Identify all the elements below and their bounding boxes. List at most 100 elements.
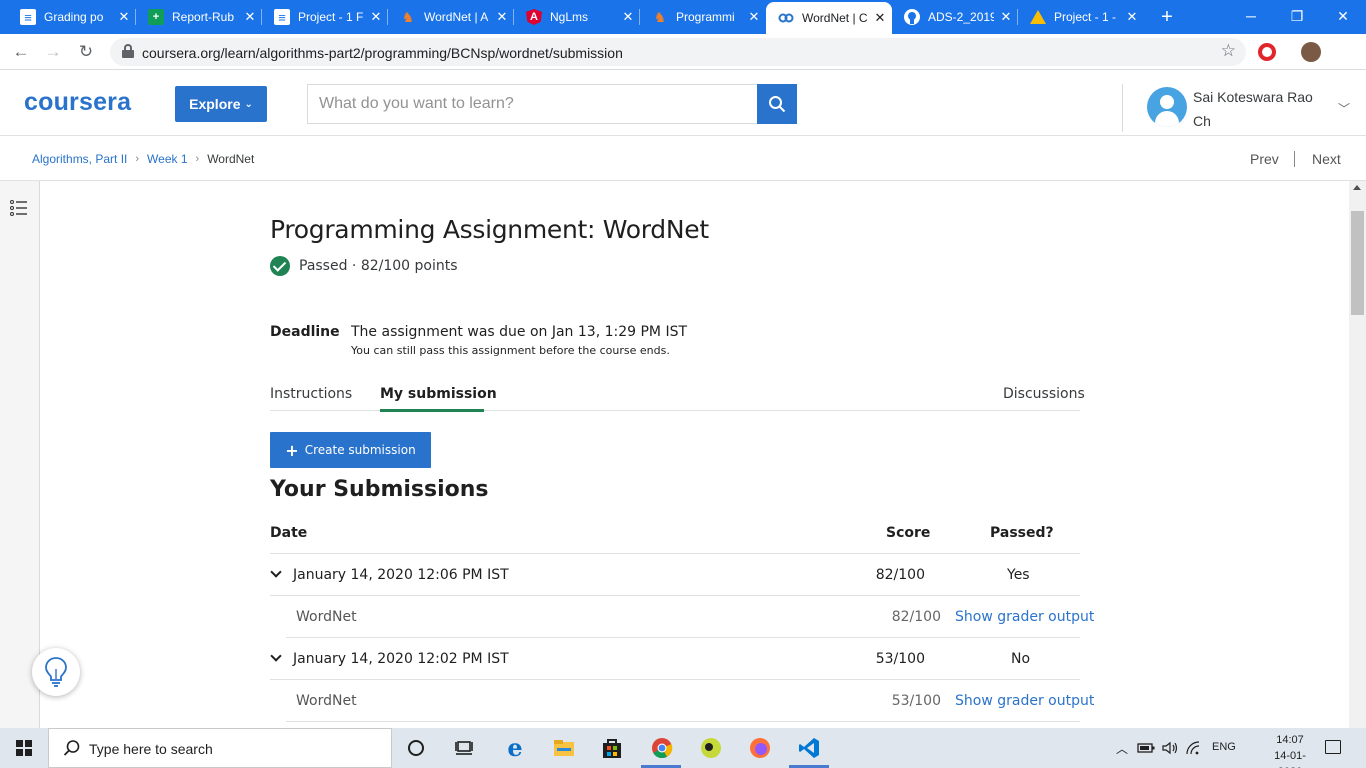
search-button[interactable] <box>757 84 797 124</box>
coursera-logo[interactable]: coursera <box>24 88 131 117</box>
cortana-icon[interactable] <box>404 736 428 760</box>
deadline-label: Deadline <box>270 324 340 340</box>
breadcrumb-course[interactable]: Algorithms, Part II <box>32 152 127 166</box>
breadcrumb-week[interactable]: Week 1 <box>147 152 187 166</box>
create-submission-button[interactable]: + Create submission <box>270 432 431 468</box>
edge-icon[interactable]: e <box>503 736 527 760</box>
browser-tab[interactable]: ≡ Project - 1 F ✕ <box>262 0 388 34</box>
column-header-passed: Passed? <box>990 525 1054 541</box>
show-grader-output-link[interactable]: Show grader output <box>955 693 1094 709</box>
table-header: Date Score Passed? <box>270 517 1080 554</box>
sheets-icon: + <box>148 9 164 25</box>
close-tab-icon[interactable]: ✕ <box>742 9 766 25</box>
close-tab-icon[interactable]: ✕ <box>238 9 262 25</box>
show-grader-output-link[interactable]: Show grader output <box>955 609 1094 625</box>
part-name: WordNet <box>296 609 357 625</box>
browser-tab[interactable]: ADS-2_2019 ✕ <box>892 0 1018 34</box>
browser-tab[interactable]: A NgLms ✕ <box>514 0 640 34</box>
close-window-icon[interactable]: ✕ <box>1320 0 1366 34</box>
docs-icon: ≡ <box>20 9 36 25</box>
page-scrollbar[interactable] <box>1349 181 1366 728</box>
task-view-icon[interactable] <box>452 736 476 760</box>
submission-date: January 14, 2020 12:06 PM IST <box>293 567 509 583</box>
explore-button[interactable]: Explore ⌄ <box>175 86 267 122</box>
tab-my-submission[interactable]: My submission <box>380 386 497 402</box>
header-divider <box>1122 84 1123 132</box>
submission-score: 82/100 <box>875 567 925 583</box>
scrollbar-thumb[interactable] <box>1351 211 1364 315</box>
network-icon[interactable] <box>1184 736 1204 760</box>
close-tab-icon[interactable]: ✕ <box>616 9 640 25</box>
chevron-down-icon[interactable] <box>270 566 282 578</box>
scroll-up-arrow-icon[interactable] <box>1353 185 1361 190</box>
browser-tab[interactable]: ≡ Grading po ✕ <box>8 0 136 34</box>
chevron-down-icon[interactable] <box>270 650 282 662</box>
close-tab-icon[interactable]: ✕ <box>868 10 892 26</box>
tab-discussions[interactable]: Discussions <box>1003 386 1085 402</box>
deadline-text: The assignment was due on Jan 13, 1:29 P… <box>351 324 688 340</box>
firefox-icon[interactable] <box>748 736 772 760</box>
windows-start-icon[interactable] <box>16 740 32 756</box>
notification-icon[interactable] <box>1325 740 1341 754</box>
new-tab-button[interactable]: + <box>1156 6 1178 28</box>
close-tab-icon[interactable]: ✕ <box>1120 9 1144 25</box>
help-button[interactable] <box>32 648 80 696</box>
opera-extension-icon[interactable] <box>1258 43 1276 61</box>
user-name[interactable]: Sai Koteswara Rao Ch <box>1193 85 1323 133</box>
back-icon[interactable]: ← <box>10 41 32 63</box>
princeton-icon: ♞ <box>401 8 415 25</box>
taskbar-search[interactable]: Type here to search <box>48 728 392 768</box>
browser-profile-avatar[interactable] <box>1301 42 1321 62</box>
forward-icon[interactable]: → <box>42 41 64 63</box>
app-icon[interactable] <box>699 736 723 760</box>
submission-row[interactable]: January 14, 2020 12:06 PM IST 82/100 Yes <box>270 554 1080 596</box>
next-link[interactable]: Next <box>1312 151 1341 167</box>
column-header-score: Score <box>886 525 931 541</box>
browser-tab-active[interactable]: WordNet | C ✕ <box>766 2 892 34</box>
minimize-icon[interactable]: ─ <box>1228 0 1274 34</box>
reload-icon[interactable]: ↻ <box>75 41 97 63</box>
search-input[interactable] <box>307 84 757 124</box>
chevron-up-icon[interactable]: ︿ <box>1112 736 1132 760</box>
browser-tab[interactable]: ♞ Programmi ✕ <box>640 0 766 34</box>
breadcrumb-current: WordNet <box>207 152 255 166</box>
check-circle-icon <box>270 256 290 276</box>
close-tab-icon[interactable]: ✕ <box>112 9 136 25</box>
page-title: Programming Assignment: WordNet <box>270 215 709 244</box>
browser-tab[interactable]: ♞ WordNet | A ✕ <box>388 0 514 34</box>
close-tab-icon[interactable]: ✕ <box>364 9 388 25</box>
user-avatar[interactable] <box>1147 87 1187 127</box>
language-indicator[interactable]: ENG <box>1212 741 1236 753</box>
part-name: WordNet <box>296 693 357 709</box>
coursera-icon <box>778 10 794 26</box>
close-tab-icon[interactable]: ✕ <box>994 9 1018 25</box>
tab-instructions[interactable]: Instructions <box>270 386 352 402</box>
file-explorer-icon[interactable] <box>552 736 576 760</box>
vscode-icon[interactable] <box>797 736 821 760</box>
clock[interactable]: 14:07 14-01-2020 <box>1262 732 1318 768</box>
search-icon <box>769 96 786 113</box>
close-tab-icon[interactable]: ✕ <box>490 9 514 25</box>
volume-icon[interactable] <box>1160 736 1180 760</box>
lightbulb-icon <box>45 657 67 687</box>
deadline-note: You can still pass this assignment befor… <box>351 344 670 357</box>
url-text[interactable]: coursera.org/learn/algorithms-part2/prog… <box>142 45 623 61</box>
address-bar[interactable]: coursera.org/learn/algorithms-part2/prog… <box>110 38 1246 66</box>
store-icon[interactable] <box>600 736 624 760</box>
browser-tab[interactable]: Project - 1 - ✕ <box>1018 0 1144 34</box>
bookmark-star-icon[interactable]: ☆ <box>1221 41 1236 61</box>
prev-link[interactable]: Prev <box>1250 151 1279 167</box>
chevron-down-icon[interactable]: ﹀ <box>1338 100 1350 117</box>
table-of-contents-icon[interactable] <box>10 200 28 216</box>
submission-part-row: WordNet 53/100 Show grader output <box>286 680 1094 722</box>
breadcrumb-bar: Algorithms, Part II › Week 1 › WordNet P… <box>0 136 1366 181</box>
restore-icon[interactable]: ❐ <box>1274 0 1320 34</box>
chevron-right-icon: › <box>195 153 200 165</box>
site-header: coursera Explore ⌄ Sai Koteswara Rao Ch … <box>0 70 1366 136</box>
browser-tab[interactable]: + Report-Rub ✕ <box>136 0 262 34</box>
taskbar: Type here to search e ︿ ENG 14:07 14-01-… <box>0 728 1366 768</box>
drive-icon <box>1030 10 1046 24</box>
battery-icon[interactable] <box>1136 736 1156 760</box>
submission-row[interactable]: January 14, 2020 12:02 PM IST 53/100 No <box>270 638 1080 680</box>
chrome-icon[interactable] <box>650 736 674 760</box>
